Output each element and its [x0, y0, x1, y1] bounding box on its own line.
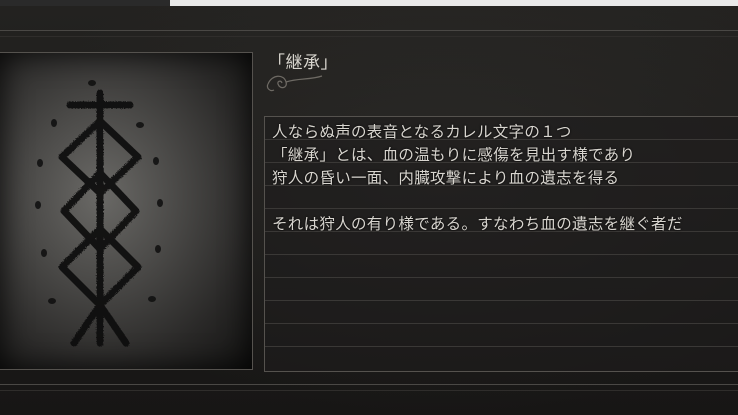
frame-divider — [0, 36, 738, 37]
item-title-area: 「継承」 — [266, 48, 468, 98]
frame-divider — [0, 390, 738, 391]
description-line: 狩人の昏い一面、内臓攻撃により血の遺志を得る — [272, 169, 620, 187]
ruled-line — [265, 300, 738, 301]
frame-divider — [0, 384, 738, 385]
item-name: 「継承」 — [268, 53, 338, 73]
description-line: 「継承」とは、血の温もりに感傷を見出す様であり — [272, 146, 636, 164]
description-line: それは狩人の有り様である。すなわち血の遺志を継ぐ者だ — [272, 215, 683, 233]
ruled-line — [265, 208, 738, 209]
description-panel: 人ならぬ声の表音となるカレル文字の１つ 「継承」とは、血の温もりに感傷を見出す様… — [264, 116, 738, 372]
description-line: 人ならぬ声の表音となるカレル文字の１つ — [272, 123, 572, 141]
frame-divider — [0, 30, 738, 31]
ruled-line — [265, 254, 738, 255]
ruled-line — [265, 346, 738, 347]
rune-image-panel — [0, 52, 253, 370]
ruled-line — [265, 323, 738, 324]
caryll-rune-inherit-icon — [35, 80, 163, 347]
ruled-line — [265, 277, 738, 278]
title-flourish-ornament — [266, 75, 323, 92]
